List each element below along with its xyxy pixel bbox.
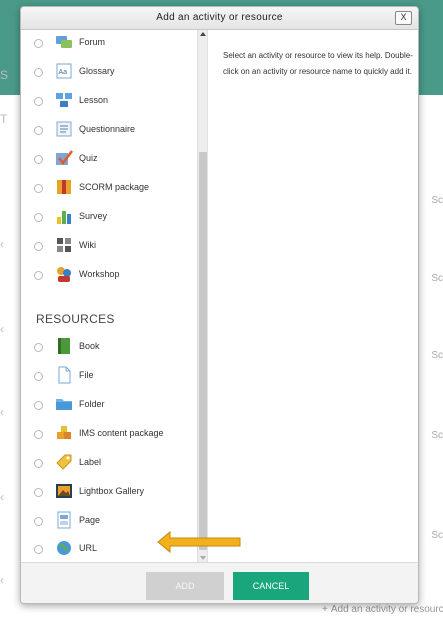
resources-section-header: RESOURCES — [36, 312, 115, 326]
add-button[interactable]: ADD — [146, 572, 224, 600]
background-mark: T — [0, 112, 8, 126]
option-workshop[interactable]: Workshop — [21, 262, 197, 290]
radio-button[interactable] — [34, 459, 43, 468]
radio-button[interactable] — [34, 68, 43, 77]
option-label: URL — [79, 543, 98, 553]
lightbox-gallery-icon — [56, 484, 72, 498]
option-label: Folder — [79, 399, 105, 409]
background-text: Sc — [431, 195, 443, 206]
option-scorm[interactable]: SCORM package — [21, 175, 197, 203]
background-text: Sc — [431, 350, 443, 361]
background-mark: ‹ — [0, 237, 4, 251]
help-pane: Select an activity or resource to view i… — [207, 30, 418, 562]
scroll-thumb[interactable] — [199, 152, 207, 550]
book-icon — [58, 338, 70, 354]
cancel-button[interactable]: CANCEL — [233, 572, 309, 600]
radio-button[interactable] — [34, 517, 43, 526]
dialog-title: Add an activity or resource — [156, 12, 283, 23]
option-label: Glossary — [79, 66, 115, 76]
option-forum[interactable]: Forum — [21, 30, 197, 58]
option-label: Questionnaire — [79, 124, 136, 134]
radio-button[interactable] — [34, 184, 43, 193]
add-activity-link-label: Add an activity or resource — [330, 604, 443, 615]
dialog-footer: ADD CANCEL — [21, 562, 418, 603]
activity-chooser-dialog: Add an activity or resource X Forum Aa G… — [20, 6, 419, 604]
option-label: Forum — [79, 37, 106, 47]
option-ims-package[interactable]: IMS content package — [21, 421, 197, 449]
radio-button[interactable] — [34, 242, 43, 251]
radio-button[interactable] — [34, 488, 43, 497]
option-book[interactable]: Book — [21, 334, 197, 362]
scroll-up-arrow-icon[interactable] — [200, 32, 206, 36]
scroll-down-arrow-icon[interactable] — [200, 556, 206, 560]
scorm-icon — [57, 180, 71, 194]
radio-button[interactable] — [34, 213, 43, 222]
dialog-header: Add an activity or resource X — [21, 7, 418, 30]
option-label: IMS content package — [79, 428, 164, 438]
pointer-arrow-icon — [157, 530, 241, 554]
add-activity-link[interactable]: + Add an activity or resource — [322, 604, 443, 615]
option-lesson[interactable]: Lesson — [21, 88, 197, 116]
option-wiki[interactable]: Wiki — [21, 233, 197, 261]
option-label: Book — [79, 341, 100, 351]
questionnaire-icon — [56, 121, 72, 137]
file-icon — [58, 366, 71, 384]
option-list: Forum Aa Glossary Lesson Questionnaire Q… — [21, 30, 198, 562]
option-label: Lesson — [79, 95, 109, 105]
wiki-icon — [57, 238, 71, 252]
url-icon — [57, 541, 71, 555]
option-label: Quiz — [79, 153, 98, 163]
background-text: Sc — [431, 273, 443, 284]
option-label: File — [79, 370, 94, 380]
workshop-icon — [57, 267, 71, 282]
radio-button[interactable] — [34, 97, 43, 106]
background-mark: S — [0, 68, 9, 82]
option-glossary[interactable]: Aa Glossary — [21, 59, 197, 87]
option-folder[interactable]: Folder — [21, 392, 197, 420]
background-text: Sc — [431, 530, 443, 541]
radio-button[interactable] — [34, 401, 43, 410]
radio-button[interactable] — [34, 39, 43, 48]
background-text: Sc — [431, 430, 443, 441]
svg-text:Aa: Aa — [59, 69, 68, 76]
radio-button[interactable] — [34, 126, 43, 135]
option-label: Page — [79, 515, 101, 525]
radio-button[interactable] — [34, 545, 43, 554]
option-questionnaire[interactable]: Questionnaire — [21, 117, 197, 145]
close-button[interactable]: X — [395, 11, 412, 25]
ims-package-icon — [57, 426, 71, 439]
radio-button[interactable] — [34, 343, 43, 352]
background-mark: ‹ — [0, 573, 4, 587]
option-quiz[interactable]: Quiz — [21, 146, 197, 174]
option-label: Lightbox Gallery — [79, 486, 145, 496]
option-survey[interactable]: Survey — [21, 204, 197, 232]
label-icon — [56, 454, 72, 470]
radio-button[interactable] — [34, 372, 43, 381]
radio-button[interactable] — [34, 271, 43, 280]
option-label: Label — [79, 457, 102, 467]
lesson-icon — [56, 93, 72, 107]
background-mark: ‹ — [0, 490, 4, 504]
background-mark: ‹ — [0, 405, 4, 419]
option-label: Survey — [79, 211, 108, 221]
option-label: SCORM package — [79, 182, 150, 192]
option-lightbox-gallery[interactable]: Lightbox Gallery — [21, 479, 197, 507]
glossary-icon: Aa — [56, 63, 72, 79]
folder-icon — [56, 399, 72, 410]
option-file[interactable]: File — [21, 363, 197, 391]
option-label: Workshop — [79, 269, 120, 279]
option-label-resource[interactable]: Label — [21, 450, 197, 478]
forum-icon — [56, 36, 72, 48]
background-mark: ‹ — [0, 322, 4, 336]
survey-icon — [57, 211, 71, 224]
radio-button[interactable] — [34, 430, 43, 439]
option-label: Wiki — [79, 240, 96, 250]
help-text: Select an activity or resource to view i… — [223, 51, 413, 76]
page-icon — [57, 511, 71, 529]
plus-icon: + — [322, 604, 328, 615]
radio-button[interactable] — [34, 155, 43, 164]
quiz-icon — [56, 150, 73, 166]
